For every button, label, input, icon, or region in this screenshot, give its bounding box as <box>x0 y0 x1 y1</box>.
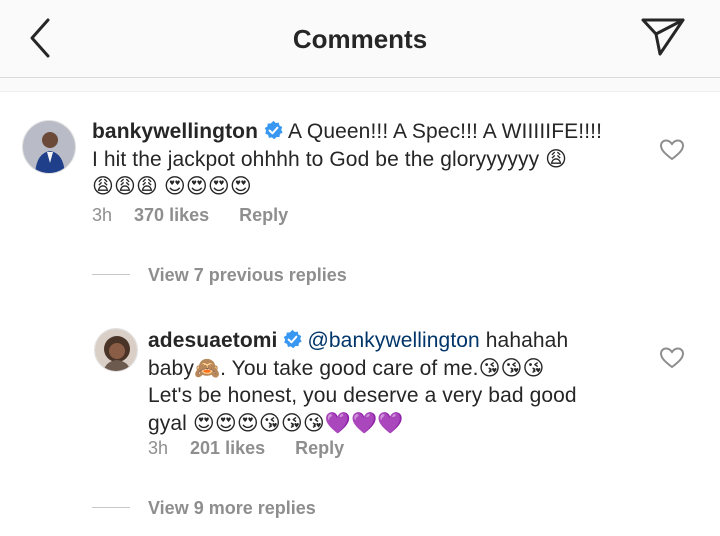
avatar-image <box>95 329 137 371</box>
chevron-left-icon[interactable] <box>22 16 62 60</box>
comment-line: Let's be honest, you deserve a very bad … <box>148 384 577 407</box>
comment-line: adesuaetomi @bankywellington hahahah <box>148 327 628 355</box>
comment-line: baby🙈. You take good care of me.😘😘😘 <box>148 356 545 380</box>
comment-line: 😩😩😩 😍😍😍😍 <box>92 175 252 198</box>
view-more-replies-link[interactable]: View 9 more replies <box>148 497 316 519</box>
comment-line: gyal 😍😍😍😘😘😘💜💜💜 <box>148 411 404 435</box>
view-previous-replies-link[interactable]: View 7 previous replies <box>148 264 347 286</box>
top-navigation-bar: Comments <box>0 0 720 78</box>
comment-line: bankywellington A Queen!!! A Spec!!! A WI… <box>92 118 652 146</box>
likes-count[interactable]: 370 likes <box>134 205 209 225</box>
page-title: Comments <box>292 24 428 54</box>
comment-line: I hit the jackpot ohhhh to God be the gl… <box>92 147 568 171</box>
avatar[interactable] <box>94 328 138 372</box>
username[interactable]: adesuaetomi <box>148 329 277 352</box>
paper-plane-icon[interactable] <box>638 14 688 60</box>
username[interactable]: bankywellington <box>92 120 258 143</box>
comment-timestamp: 3h <box>92 205 113 225</box>
reply-button[interactable]: Reply <box>295 438 344 458</box>
avatar[interactable] <box>22 120 76 174</box>
comment-timestamp: 3h <box>148 438 169 458</box>
verified-badge-icon <box>284 329 303 349</box>
mention-link[interactable]: @bankywellington <box>307 329 479 352</box>
comment-text: hahahah <box>479 329 569 352</box>
heart-icon[interactable] <box>659 138 685 162</box>
comment-body: adesuaetomi @bankywellington hahahah baby… <box>148 327 628 437</box>
reply-button[interactable]: Reply <box>239 205 288 225</box>
header-divider <box>0 78 720 92</box>
verified-badge-icon <box>264 120 283 140</box>
comment-meta: 3h 370 likes Reply <box>92 204 288 226</box>
comment-body: bankywellington A Queen!!! A Spec!!! A WI… <box>92 118 652 201</box>
avatar-image <box>23 121 75 173</box>
comment-text: A Queen!!! A Spec!!! A WIIIIIFE!!!! <box>288 120 603 143</box>
replies-divider-line <box>92 507 130 508</box>
replies-divider-line <box>92 274 130 275</box>
likes-count[interactable]: 201 likes <box>190 438 265 458</box>
comment-meta: 3h 201 likes Reply <box>148 437 344 459</box>
heart-icon[interactable] <box>659 346 685 370</box>
